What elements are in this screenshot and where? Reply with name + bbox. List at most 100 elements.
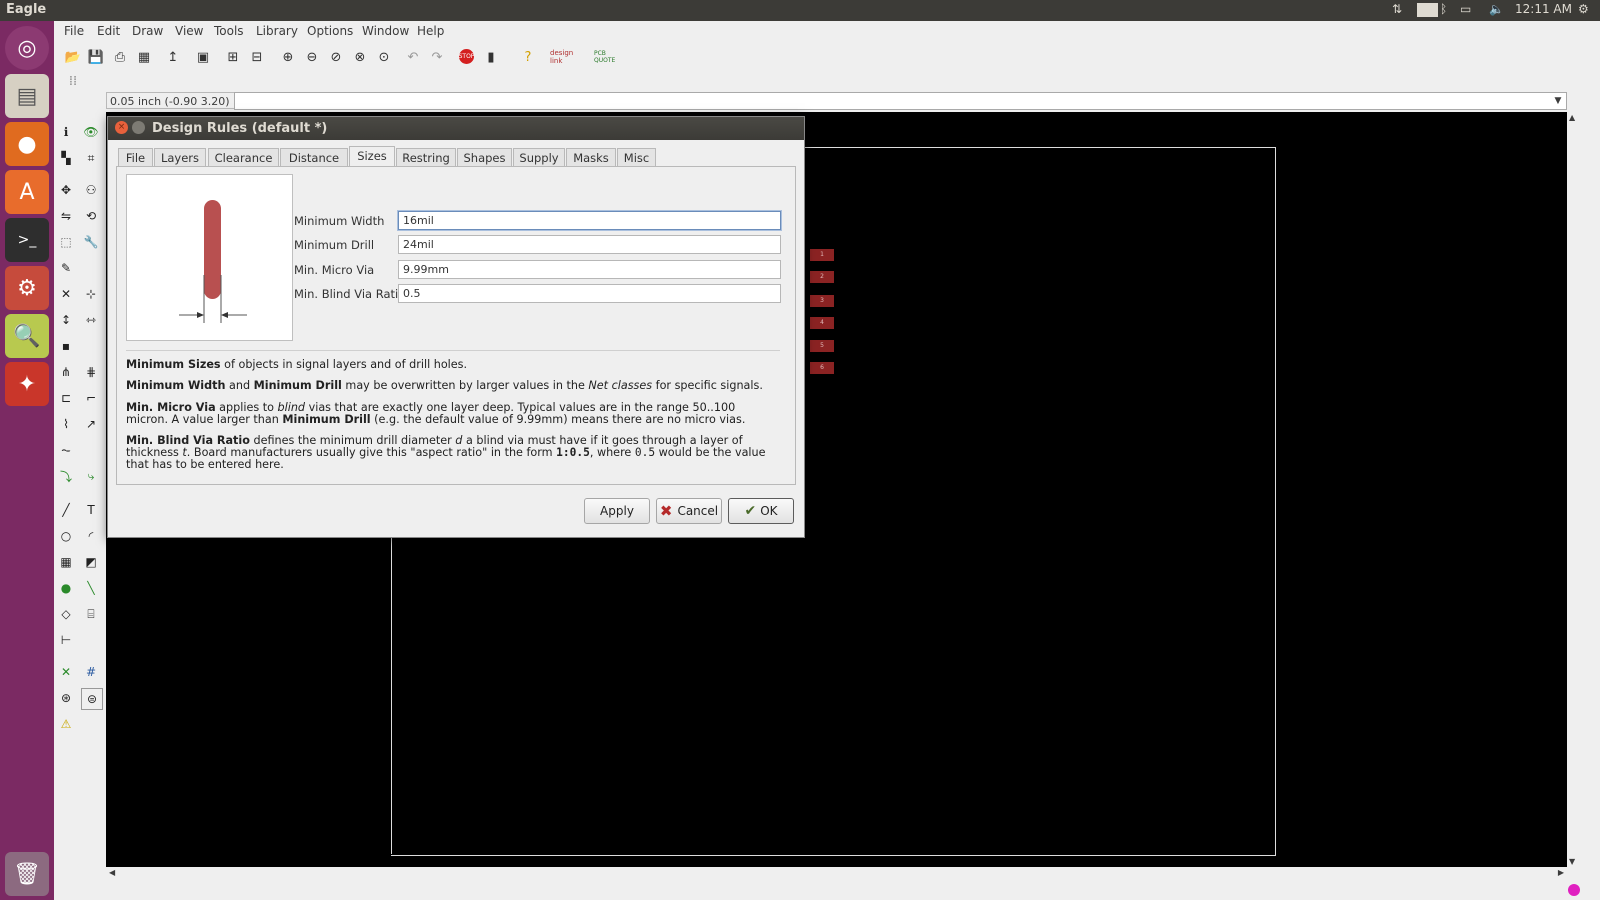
cam-icon[interactable]: ▦ <box>135 48 153 66</box>
menu-file[interactable]: File <box>64 24 84 38</box>
menu-edit[interactable]: Edit <box>97 24 120 38</box>
move-icon[interactable]: ✥ <box>56 180 76 200</box>
line-icon[interactable]: ╱ <box>56 500 76 520</box>
min-micro-via-input[interactable] <box>398 260 781 279</box>
split-icon[interactable]: ⋔ <box>56 362 76 382</box>
tab-file[interactable]: File <box>118 148 153 167</box>
zoom-out-icon[interactable]: ⊖ <box>303 48 321 66</box>
clock[interactable]: 12:11 AM <box>1515 2 1572 16</box>
delete-icon[interactable]: ✕ <box>56 284 76 304</box>
cancel-button[interactable]: ✖ Cancel <box>656 498 722 524</box>
autoroute-icon[interactable]: ⤷ <box>81 466 101 486</box>
erc-icon[interactable]: ⊛ <box>56 688 76 708</box>
minimize-icon[interactable] <box>132 121 145 134</box>
undo-icon[interactable]: ↶ <box>404 48 422 66</box>
tab-distance[interactable]: Distance <box>280 148 348 167</box>
lock-icon[interactable]: ▪ <box>56 336 76 356</box>
tab-supply[interactable]: Supply <box>513 148 565 167</box>
ulp-icon[interactable]: ▣ <box>194 48 212 66</box>
display-layers-icon[interactable]: ▚ <box>56 148 76 168</box>
ripup-icon[interactable]: ↗ <box>81 414 101 434</box>
errors-icon[interactable]: ⚠ <box>56 714 76 734</box>
paste-icon[interactable]: ✎ <box>56 258 76 278</box>
tab-sizes[interactable]: Sizes <box>349 146 395 168</box>
volume-icon[interactable]: 🔈 <box>1489 2 1504 16</box>
battery-icon[interactable]: ▭ <box>1460 2 1471 16</box>
save-icon[interactable]: 💾 <box>87 48 105 66</box>
min-drill-input[interactable] <box>398 235 781 254</box>
add-icon[interactable]: ⊹ <box>81 284 101 304</box>
ratsnest-icon[interactable]: ✕ <box>56 662 76 682</box>
files-icon[interactable]: ▤ <box>5 74 49 118</box>
print-icon[interactable]: ⎙ <box>111 48 129 66</box>
scroll-up-icon[interactable]: ▲ <box>1569 113 1575 122</box>
drc-icon[interactable]: ⊜ <box>81 688 103 710</box>
dimension-icon[interactable]: ⊢ <box>56 630 76 650</box>
group-icon[interactable]: ⬚ <box>56 232 76 252</box>
tab-shapes[interactable]: Shapes <box>457 148 512 167</box>
zoom-redraw-icon[interactable]: ⊙ <box>375 48 393 66</box>
system-settings-icon[interactable]: ⚙ <box>5 266 49 310</box>
rotate-icon[interactable]: ⟲ <box>81 206 101 226</box>
tab-restring[interactable]: Restring <box>396 148 456 167</box>
apply-button[interactable]: Apply <box>584 498 650 524</box>
zoom-select-icon[interactable]: ⊟ <box>248 48 266 66</box>
pcb-quote-icon[interactable]: PCB QUOTE <box>594 48 628 66</box>
mirror-icon[interactable]: ⇋ <box>56 206 76 226</box>
miter-icon[interactable]: ⌐ <box>81 388 101 408</box>
tab-clearance[interactable]: Clearance <box>208 148 279 167</box>
redo-icon[interactable]: ↷ <box>428 48 446 66</box>
pad[interactable]: 3 <box>810 295 834 307</box>
tab-misc[interactable]: Misc <box>617 148 656 167</box>
change-icon[interactable]: 🔧 <box>81 232 101 252</box>
length-icon[interactable]: ⏦ <box>56 440 76 460</box>
zoom-area-icon[interactable]: ⊗ <box>351 48 369 66</box>
bluetooth-icon[interactable]: ᛒ <box>1440 2 1447 16</box>
min-width-input[interactable] <box>398 211 781 230</box>
polygon-icon[interactable]: ◩ <box>81 552 101 572</box>
command-line-input[interactable] <box>234 92 1567 110</box>
text-icon[interactable]: T <box>81 500 101 520</box>
pad[interactable]: 2 <box>810 271 834 283</box>
network-icon[interactable]: ⇅ <box>1392 2 1402 16</box>
signal-icon[interactable]: ╲ <box>81 578 101 598</box>
min-blind-via-ratio-input[interactable] <box>398 284 781 303</box>
scroll-left-icon[interactable]: ◀ <box>109 868 115 877</box>
route-icon[interactable]: ⊏ <box>56 388 76 408</box>
menu-draw[interactable]: Draw <box>132 24 163 38</box>
image-viewer-icon[interactable]: 🔍 <box>5 314 49 358</box>
pad[interactable]: 6 <box>810 362 834 374</box>
script-icon[interactable]: ↥ <box>164 48 182 66</box>
grid-icon[interactable]: ⁞⁞ <box>64 72 82 90</box>
vertical-scrollbar[interactable]: ▲ ▼ <box>1567 112 1581 867</box>
firefox-icon[interactable]: ● <box>5 122 49 166</box>
go-icon[interactable]: ▮ <box>482 48 500 66</box>
menu-tools[interactable]: Tools <box>214 24 244 38</box>
open-icon[interactable]: 📂 <box>64 48 82 66</box>
copy-icon[interactable]: ⚇ <box>81 180 101 200</box>
attribute-icon[interactable]: ⌸ <box>81 604 101 624</box>
scroll-down-icon[interactable]: ▼ <box>1569 857 1575 866</box>
trash-icon[interactable]: 🗑 <box>5 852 49 896</box>
close-icon[interactable]: × <box>115 121 128 134</box>
menu-help[interactable]: Help <box>417 24 444 38</box>
zoom-prev-icon[interactable]: ⊘ <box>327 48 345 66</box>
menu-options[interactable]: Options <box>307 24 353 38</box>
settings-gear-icon[interactable]: ⚙ <box>1578 2 1589 16</box>
circle-icon[interactable]: ○ <box>56 526 76 546</box>
tab-masks[interactable]: Masks <box>566 148 616 167</box>
hole-icon[interactable]: ◇ <box>56 604 76 624</box>
stop-icon[interactable]: STOP <box>459 49 474 64</box>
ok-button[interactable]: ✔ OK <box>728 498 794 524</box>
help-icon[interactable]: ? <box>519 48 537 66</box>
pad[interactable]: 1 <box>810 249 834 261</box>
mark-icon[interactable]: ⌗ <box>81 148 101 168</box>
menu-window[interactable]: Window <box>362 24 409 38</box>
fit-icon[interactable]: ⊞ <box>224 48 242 66</box>
design-link-icon[interactable]: design link <box>550 48 586 66</box>
rect-icon[interactable]: ▦ <box>56 552 76 572</box>
show-icon[interactable]: 👁 <box>81 122 101 142</box>
eagle-app-icon[interactable]: ✦ <box>5 362 49 406</box>
menu-library[interactable]: Library <box>256 24 298 38</box>
replace-icon[interactable]: ⇿ <box>81 310 101 330</box>
